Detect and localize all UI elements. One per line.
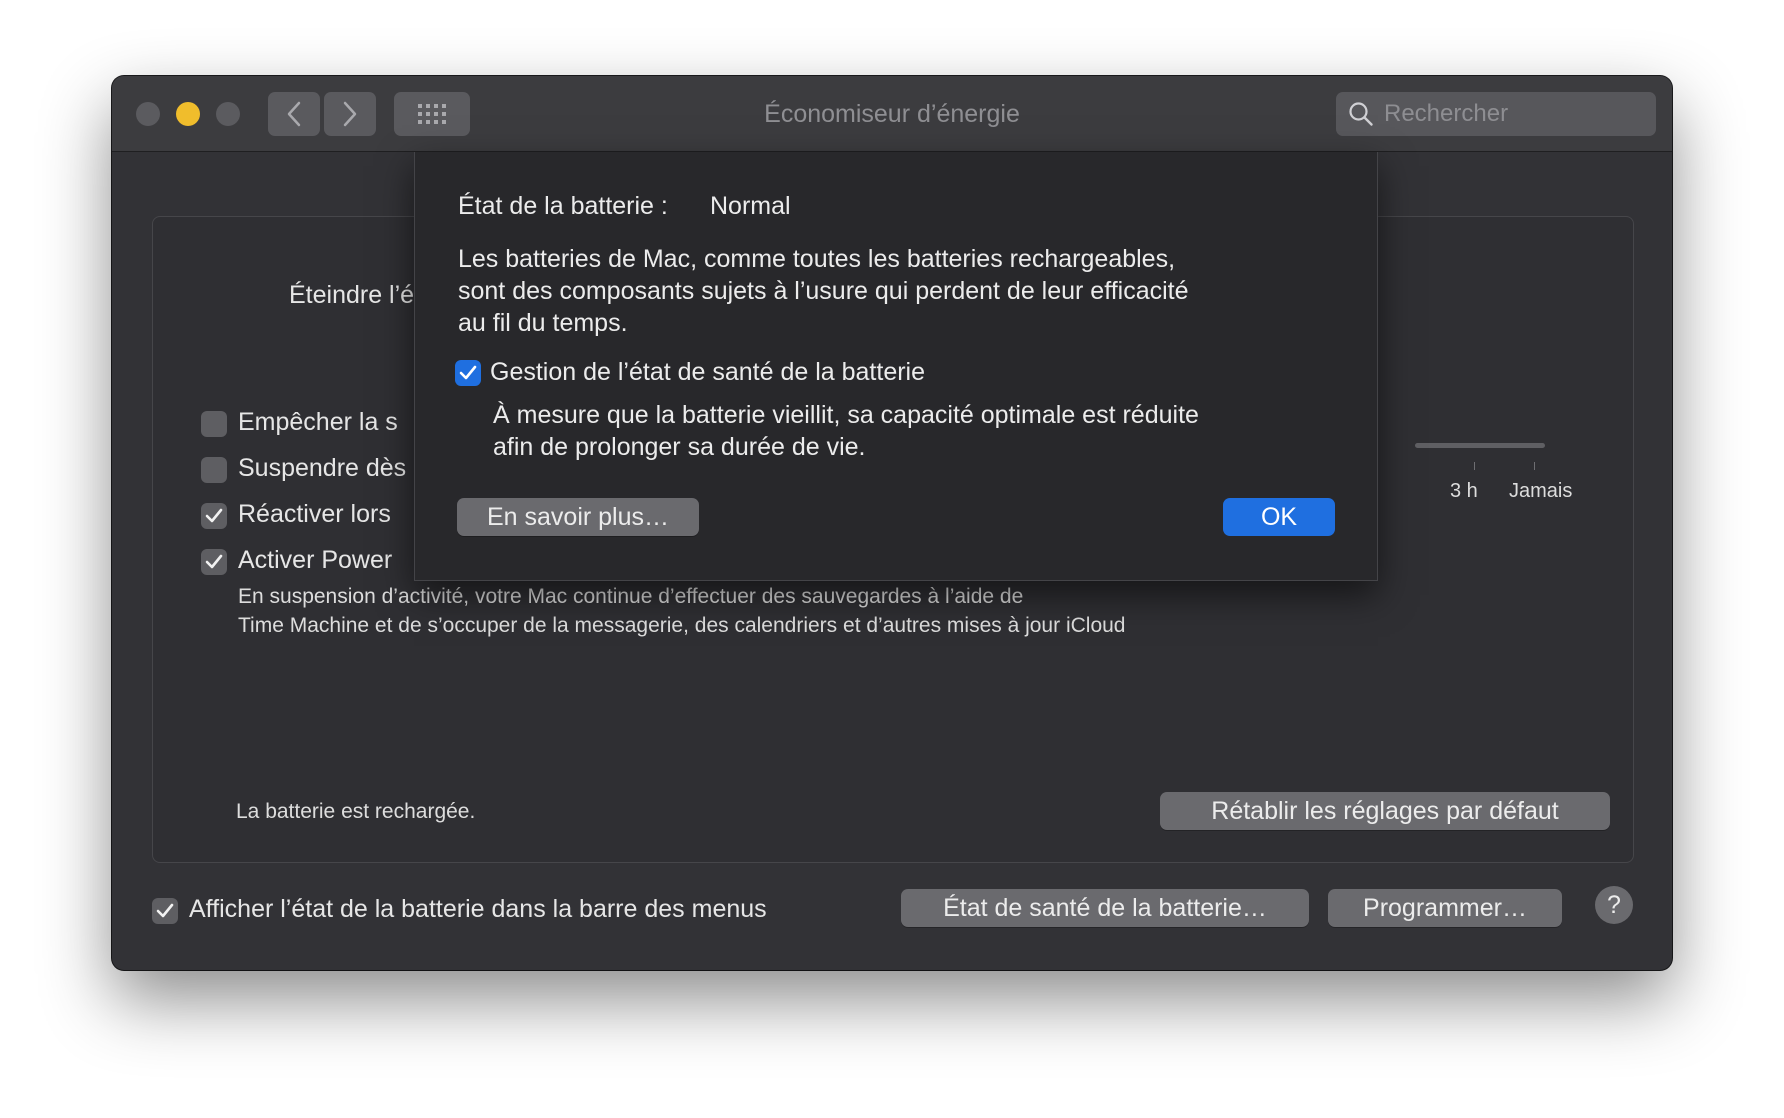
search-field[interactable] bbox=[1336, 92, 1656, 136]
schedule-button[interactable]: Programmer… bbox=[1328, 889, 1562, 927]
battery-health-management-label: Gestion de l’état de santé de la batteri… bbox=[490, 358, 926, 386]
battery-description-line2: sont des composants sujets à l’usure qui… bbox=[458, 277, 1189, 305]
learn-more-button[interactable]: En savoir plus… bbox=[457, 498, 699, 536]
search-icon bbox=[1349, 102, 1373, 126]
show-battery-status-checkbox[interactable] bbox=[152, 898, 178, 924]
battery-status-text: La batterie est rechargée. bbox=[236, 800, 476, 823]
battery-description-line3: au fil du temps. bbox=[458, 309, 628, 337]
turn-off-display-label: Éteindre l’é bbox=[289, 281, 415, 309]
restore-defaults-button[interactable]: Rétablir les réglages par défaut bbox=[1160, 792, 1610, 830]
battery-health-management-desc-line1: À mesure que la batterie vieillit, sa ca… bbox=[493, 401, 1199, 429]
checkmark-icon bbox=[205, 508, 223, 523]
checkmark-icon bbox=[156, 903, 174, 918]
energy-saver-window: Économiseur d’énergie Éteindre l’é 3 h J… bbox=[112, 76, 1672, 970]
ok-button[interactable]: OK bbox=[1223, 498, 1335, 536]
put-disks-to-sleep-checkbox[interactable] bbox=[201, 457, 227, 483]
power-nap-label: Activer Power bbox=[238, 546, 393, 574]
wake-for-network-label: Réactiver lors bbox=[238, 500, 391, 528]
slider-tick bbox=[1534, 462, 1535, 470]
help-button[interactable]: ? bbox=[1595, 886, 1633, 924]
battery-health-management-desc-line2: afin de prolonger sa durée de vie. bbox=[493, 433, 866, 461]
checkmark-icon bbox=[459, 365, 477, 380]
prevent-sleep-label: Empêcher la s bbox=[238, 408, 398, 436]
put-disks-to-sleep-label: Suspendre dès bbox=[238, 454, 407, 482]
slider-label-never: Jamais bbox=[1509, 480, 1573, 502]
prevent-sleep-checkbox[interactable] bbox=[201, 411, 227, 437]
battery-health-management-checkbox[interactable] bbox=[455, 360, 481, 386]
power-nap-description-line2: Time Machine et de s’occuper de la messa… bbox=[238, 614, 1126, 637]
battery-description-line1: Les batteries de Mac, comme toutes les b… bbox=[458, 245, 1176, 273]
show-battery-status-label: Afficher l’état de la batterie dans la b… bbox=[189, 895, 767, 923]
power-nap-description-line1: En suspension d’activité, votre Mac cont… bbox=[238, 585, 1024, 608]
wake-for-network-checkbox[interactable] bbox=[201, 503, 227, 529]
title-bar: Économiseur d’énergie bbox=[112, 76, 1672, 152]
power-nap-checkbox[interactable] bbox=[201, 549, 227, 575]
battery-status-value: Normal bbox=[710, 192, 791, 220]
battery-status-label: État de la batterie : bbox=[458, 192, 668, 220]
slider-label-3h: 3 h bbox=[1450, 480, 1478, 502]
battery-health-button[interactable]: État de santé de la batterie… bbox=[901, 889, 1309, 927]
checkmark-icon bbox=[205, 554, 223, 569]
display-sleep-slider[interactable] bbox=[1415, 443, 1545, 448]
slider-tick bbox=[1474, 462, 1475, 470]
battery-health-sheet: État de la batterie : Normal Les batteri… bbox=[414, 152, 1378, 581]
search-input[interactable] bbox=[1382, 99, 1646, 129]
